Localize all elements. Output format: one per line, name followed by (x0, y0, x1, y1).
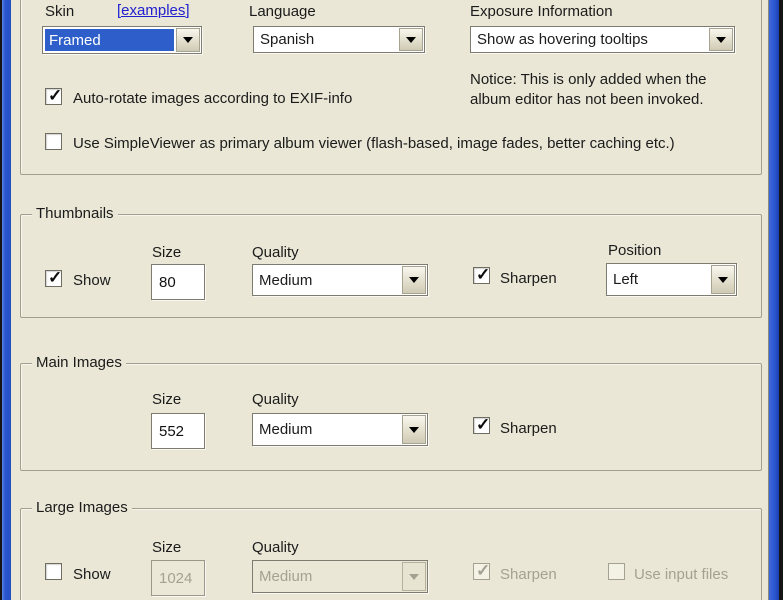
main-quality-label: Quality (252, 391, 299, 408)
main-size-label: Size (152, 391, 182, 408)
thumbnails-groupbox-title: Thumbnails (32, 205, 118, 222)
thumbnails-show-checkbox[interactable] (45, 268, 62, 288)
thumbnails-size-input[interactable] (151, 264, 205, 300)
large-show-label[interactable]: Show (73, 566, 111, 583)
main-quality-value: Medium (259, 421, 313, 438)
large-quality-combobox: Medium (252, 560, 428, 593)
skin-label: Skin (45, 3, 75, 20)
skin-examples-link[interactable]: [examples] (117, 2, 190, 19)
thumbnails-position-dropdown-button[interactable] (711, 265, 735, 294)
thumbnails-sharpen-label[interactable]: Sharpen (500, 270, 557, 287)
large-size-label: Size (152, 539, 182, 556)
large-show-checkbox[interactable] (45, 563, 62, 580)
autorotate-label[interactable]: Auto-rotate images according to EXIF-inf… (73, 90, 352, 107)
large-sharpen-label: Sharpen (500, 566, 557, 583)
language-label: Language (249, 3, 316, 20)
large-quality-label: Quality (252, 539, 299, 556)
exposure-label: Exposure Information (470, 3, 613, 20)
language-combobox-dropdown-button[interactable] (399, 28, 423, 51)
skin-combobox[interactable]: Framed (42, 26, 202, 54)
skin-combobox-dropdown-button[interactable] (176, 28, 200, 52)
thumbnails-position-value: Left (613, 271, 639, 288)
large-size-input (151, 560, 205, 596)
simpleviewer-checkbox[interactable] (45, 133, 62, 150)
main-images-groupbox-title: Main Images (32, 354, 126, 371)
window-border-right-black (779, 0, 783, 600)
exposure-combobox-dropdown-button[interactable] (709, 28, 733, 51)
thumbnails-quality-label: Quality (252, 244, 299, 261)
autorotate-checkbox[interactable] (45, 86, 62, 106)
thumbnails-show-label[interactable]: Show (73, 272, 111, 289)
chevron-down-icon (409, 426, 419, 433)
settings-dialog: Skin [examples] Language Exposure Inform… (0, 0, 783, 600)
large-quality-value: Medium (259, 568, 313, 585)
exposure-combobox[interactable]: Show as hovering tooltips (470, 26, 735, 53)
chevron-down-icon (406, 36, 416, 43)
chevron-down-icon (718, 276, 728, 283)
main-sharpen-label[interactable]: Sharpen (500, 420, 557, 437)
chevron-down-icon (183, 37, 193, 43)
language-combobox-value: Spanish (260, 31, 315, 48)
main-quality-combobox[interactable]: Medium (252, 413, 428, 446)
thumbnails-position-label: Position (608, 242, 662, 259)
exposure-notice-line1: Notice: This is only added when the (470, 71, 707, 88)
thumbnails-sharpen-checkbox[interactable] (473, 265, 490, 285)
large-sharpen-checkbox (473, 561, 490, 581)
main-size-input[interactable] (151, 413, 205, 449)
thumbnails-position-combobox[interactable]: Left (606, 263, 737, 296)
skin-combobox-value: Framed (45, 29, 174, 51)
thumbnails-quality-value: Medium (259, 271, 313, 289)
large-quality-dropdown-button (402, 562, 426, 591)
window-border-right-blue (769, 0, 779, 600)
chevron-down-icon (409, 277, 419, 283)
large-images-groupbox-title: Large Images (32, 499, 132, 516)
language-combobox[interactable]: Spanish (253, 26, 425, 53)
main-quality-dropdown-button[interactable] (402, 415, 426, 444)
main-sharpen-checkbox[interactable] (473, 415, 490, 435)
simpleviewer-label[interactable]: Use SimpleViewer as primary album viewer… (73, 135, 675, 152)
exposure-notice: Notice: This is only added when the albu… (470, 70, 707, 110)
thumbnails-quality-combobox[interactable]: Medium (252, 264, 428, 296)
chevron-down-icon (409, 573, 419, 580)
large-use-input-files-label: Use input files (634, 566, 729, 583)
exposure-combobox-value: Show as hovering tooltips (477, 31, 648, 48)
large-use-input-files-checkbox (608, 563, 625, 580)
chevron-down-icon (716, 36, 726, 43)
thumbnails-size-label: Size (152, 244, 182, 261)
exposure-notice-line2: album editor has not been invoked. (470, 91, 704, 108)
window-border-left-blue (2, 0, 11, 600)
thumbnails-quality-dropdown-button[interactable] (402, 266, 426, 294)
